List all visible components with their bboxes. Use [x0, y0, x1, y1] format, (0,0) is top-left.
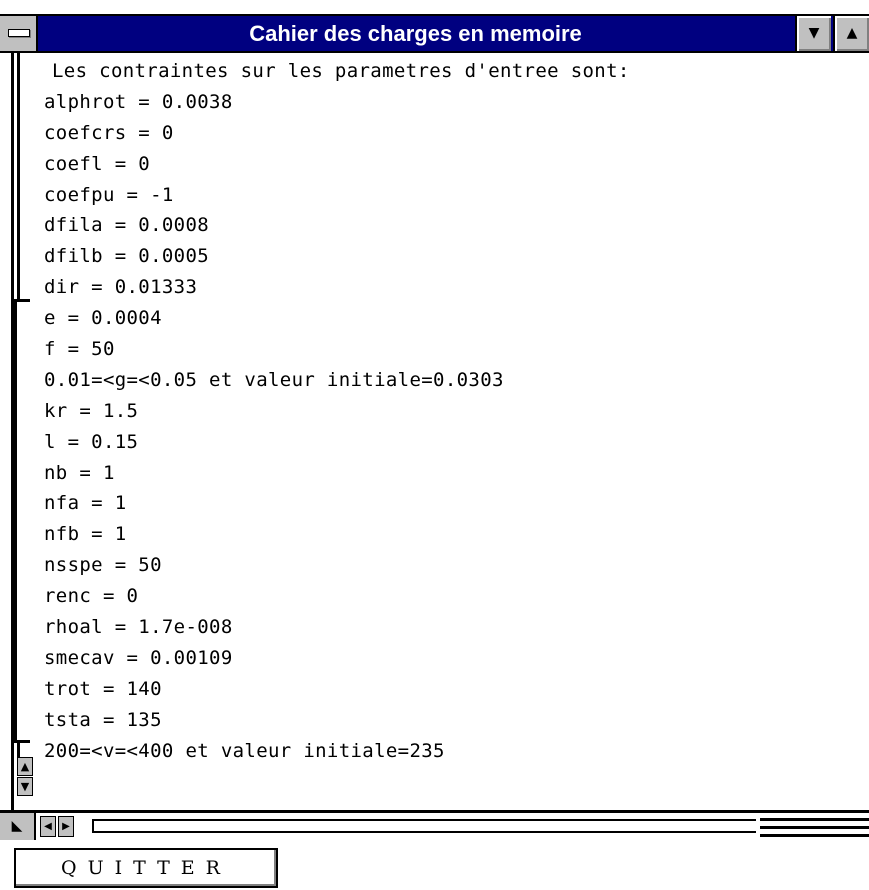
scroll-left-button[interactable]: ◀	[40, 816, 56, 837]
text-line: alphrot = 0.0038	[44, 90, 233, 113]
horizontal-scroll-thumb[interactable]	[92, 819, 756, 833]
text-line: dfila = 0.0008	[44, 214, 210, 237]
maximize-button[interactable]: ▲	[833, 16, 869, 51]
text-line: 200=<v=<400 et valeur initiale=235	[44, 739, 445, 762]
text-line: dfilb = 0.0005	[44, 245, 210, 268]
text-line: coefl = 0	[44, 152, 151, 175]
footer: QUITTER	[0, 840, 869, 890]
text-line: coefpu = -1	[44, 183, 174, 206]
text-line: l = 0.15	[44, 430, 139, 453]
text-line: nsspe = 50	[44, 554, 162, 577]
text-content: Les contraintes sur les parametres d'ent…	[44, 56, 869, 806]
text-line: Les contraintes sur les parametres d'ent…	[52, 60, 630, 82]
arrow-up-icon: ▲	[20, 760, 30, 773]
arrow-right-icon: ▶	[62, 821, 70, 832]
text-line: tsta = 135	[44, 708, 162, 731]
text-line: smecav = 0.00109	[44, 646, 233, 669]
system-menu-icon[interactable]	[0, 16, 38, 51]
text-line: f = 50	[44, 338, 115, 361]
title-bar[interactable]: Cahier des charges en memoire ▼ ▲	[0, 14, 869, 53]
horizontal-scrollbar[interactable]: ◣ ◀ ▶	[0, 810, 869, 840]
text-line: 0.01=<g=<0.05 et valeur initiale=0.0303	[44, 368, 504, 391]
text-line: coefcrs = 0	[44, 121, 174, 144]
minimize-arrow-icon: ▼	[808, 25, 820, 41]
text-window: Cahier des charges en memoire ▼ ▲ ▲ ▼ Le…	[0, 0, 869, 890]
text-line: rhoal = 1.7e-008	[44, 616, 233, 639]
text-line: nfa = 1	[44, 492, 127, 515]
window-title: Cahier des charges en memoire	[249, 21, 582, 46]
text-line: trot = 140	[44, 677, 162, 700]
scroll-right-button[interactable]: ▶	[58, 816, 74, 837]
text-line: nb = 1	[44, 461, 115, 484]
arrow-left-icon: ◀	[44, 821, 52, 832]
scroll-down-button[interactable]: ▼	[17, 777, 33, 796]
text-line: renc = 0	[44, 585, 139, 608]
arrow-down-icon: ▼	[20, 780, 30, 793]
text-line: e = 0.0004	[44, 307, 162, 330]
text-line: dir = 0.01333	[44, 276, 198, 299]
text-line: nfb = 1	[44, 523, 127, 546]
resize-corner-icon[interactable]: ◣	[0, 813, 36, 840]
vertical-scrollbar[interactable]: ▲ ▼	[0, 53, 36, 810]
text-line: kr = 1.5	[44, 399, 139, 422]
quit-button[interactable]: QUITTER	[14, 848, 278, 888]
scroll-up-button[interactable]: ▲	[17, 757, 33, 776]
minimize-button[interactable]: ▼	[795, 16, 831, 51]
vertical-scroll-thumb[interactable]	[14, 299, 30, 743]
maximize-arrow-icon: ▲	[846, 25, 858, 41]
